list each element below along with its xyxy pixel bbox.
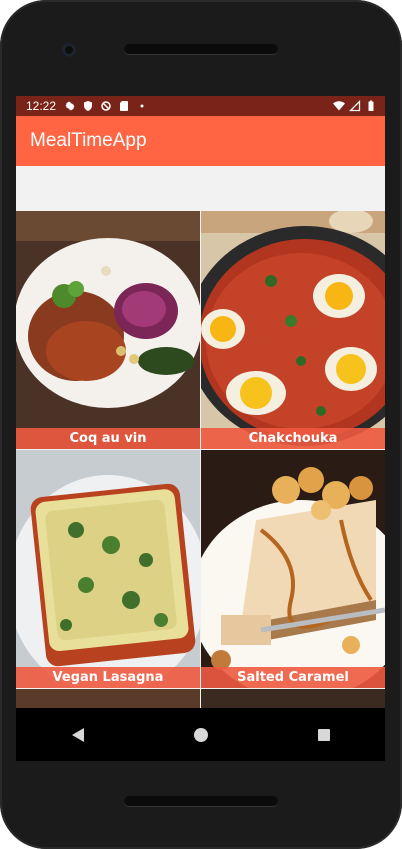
home-icon <box>193 727 208 742</box>
recipe-label: Salted Caramel Cheescake <box>201 667 385 688</box>
recipe-image-salted-caramel-cheescake <box>201 450 385 688</box>
recipe-image-vegan-lasagna <box>16 450 200 688</box>
recipe-card-coq-au-vin[interactable]: Coq au vin <box>16 211 200 449</box>
back-icon <box>71 727 84 742</box>
status-right-icons <box>333 100 377 112</box>
recipe-image-coq-au-vin <box>16 211 200 449</box>
recipe-image-chakchouka <box>201 211 385 449</box>
earpiece-speaker <box>124 44 278 54</box>
recipe-card-partial[interactable] <box>201 689 385 708</box>
front-camera <box>62 43 76 57</box>
recents-icon <box>317 728 330 741</box>
recipe-card-partial[interactable] <box>16 689 200 708</box>
navigation-bar <box>16 708 385 761</box>
signal-icon <box>349 100 361 112</box>
screen: 12:22 MealTimeApp Coq au vin Chakchouka … <box>16 96 385 761</box>
recipe-card-vegan-lasagna[interactable]: Vegan Lasagna <box>16 450 200 688</box>
status-left-icons <box>64 100 148 112</box>
no-symbol-icon <box>101 101 111 111</box>
settings-icon <box>65 101 75 111</box>
recents-button[interactable] <box>312 723 336 747</box>
recipe-label: Chakchouka <box>201 428 385 449</box>
status-time: 12:22 <box>26 99 57 113</box>
sd-card-icon <box>120 101 129 111</box>
bottom-speaker <box>124 796 278 806</box>
status-bar: 12:22 <box>16 96 385 116</box>
dot-icon <box>140 104 144 108</box>
app-bar: MealTimeApp <box>16 116 385 166</box>
recipe-card-chakchouka[interactable]: Chakchouka <box>201 211 385 449</box>
recipe-grid: Coq au vin Chakchouka Vegan Lasagna Salt… <box>16 211 385 708</box>
phone-frame: 12:22 MealTimeApp Coq au vin Chakchouka … <box>0 0 402 849</box>
wifi-icon <box>333 101 345 111</box>
home-button[interactable] <box>189 723 213 747</box>
back-button[interactable] <box>66 723 90 747</box>
recipe-label: Coq au vin <box>16 428 200 449</box>
shield-icon <box>84 101 93 111</box>
recipe-card-salted-caramel-cheescake[interactable]: Salted Caramel Cheescake <box>201 450 385 688</box>
battery-icon <box>368 100 374 111</box>
app-title: MealTimeApp <box>30 130 147 151</box>
recipe-label: Vegan Lasagna <box>16 667 200 688</box>
top-spacer <box>16 166 385 211</box>
